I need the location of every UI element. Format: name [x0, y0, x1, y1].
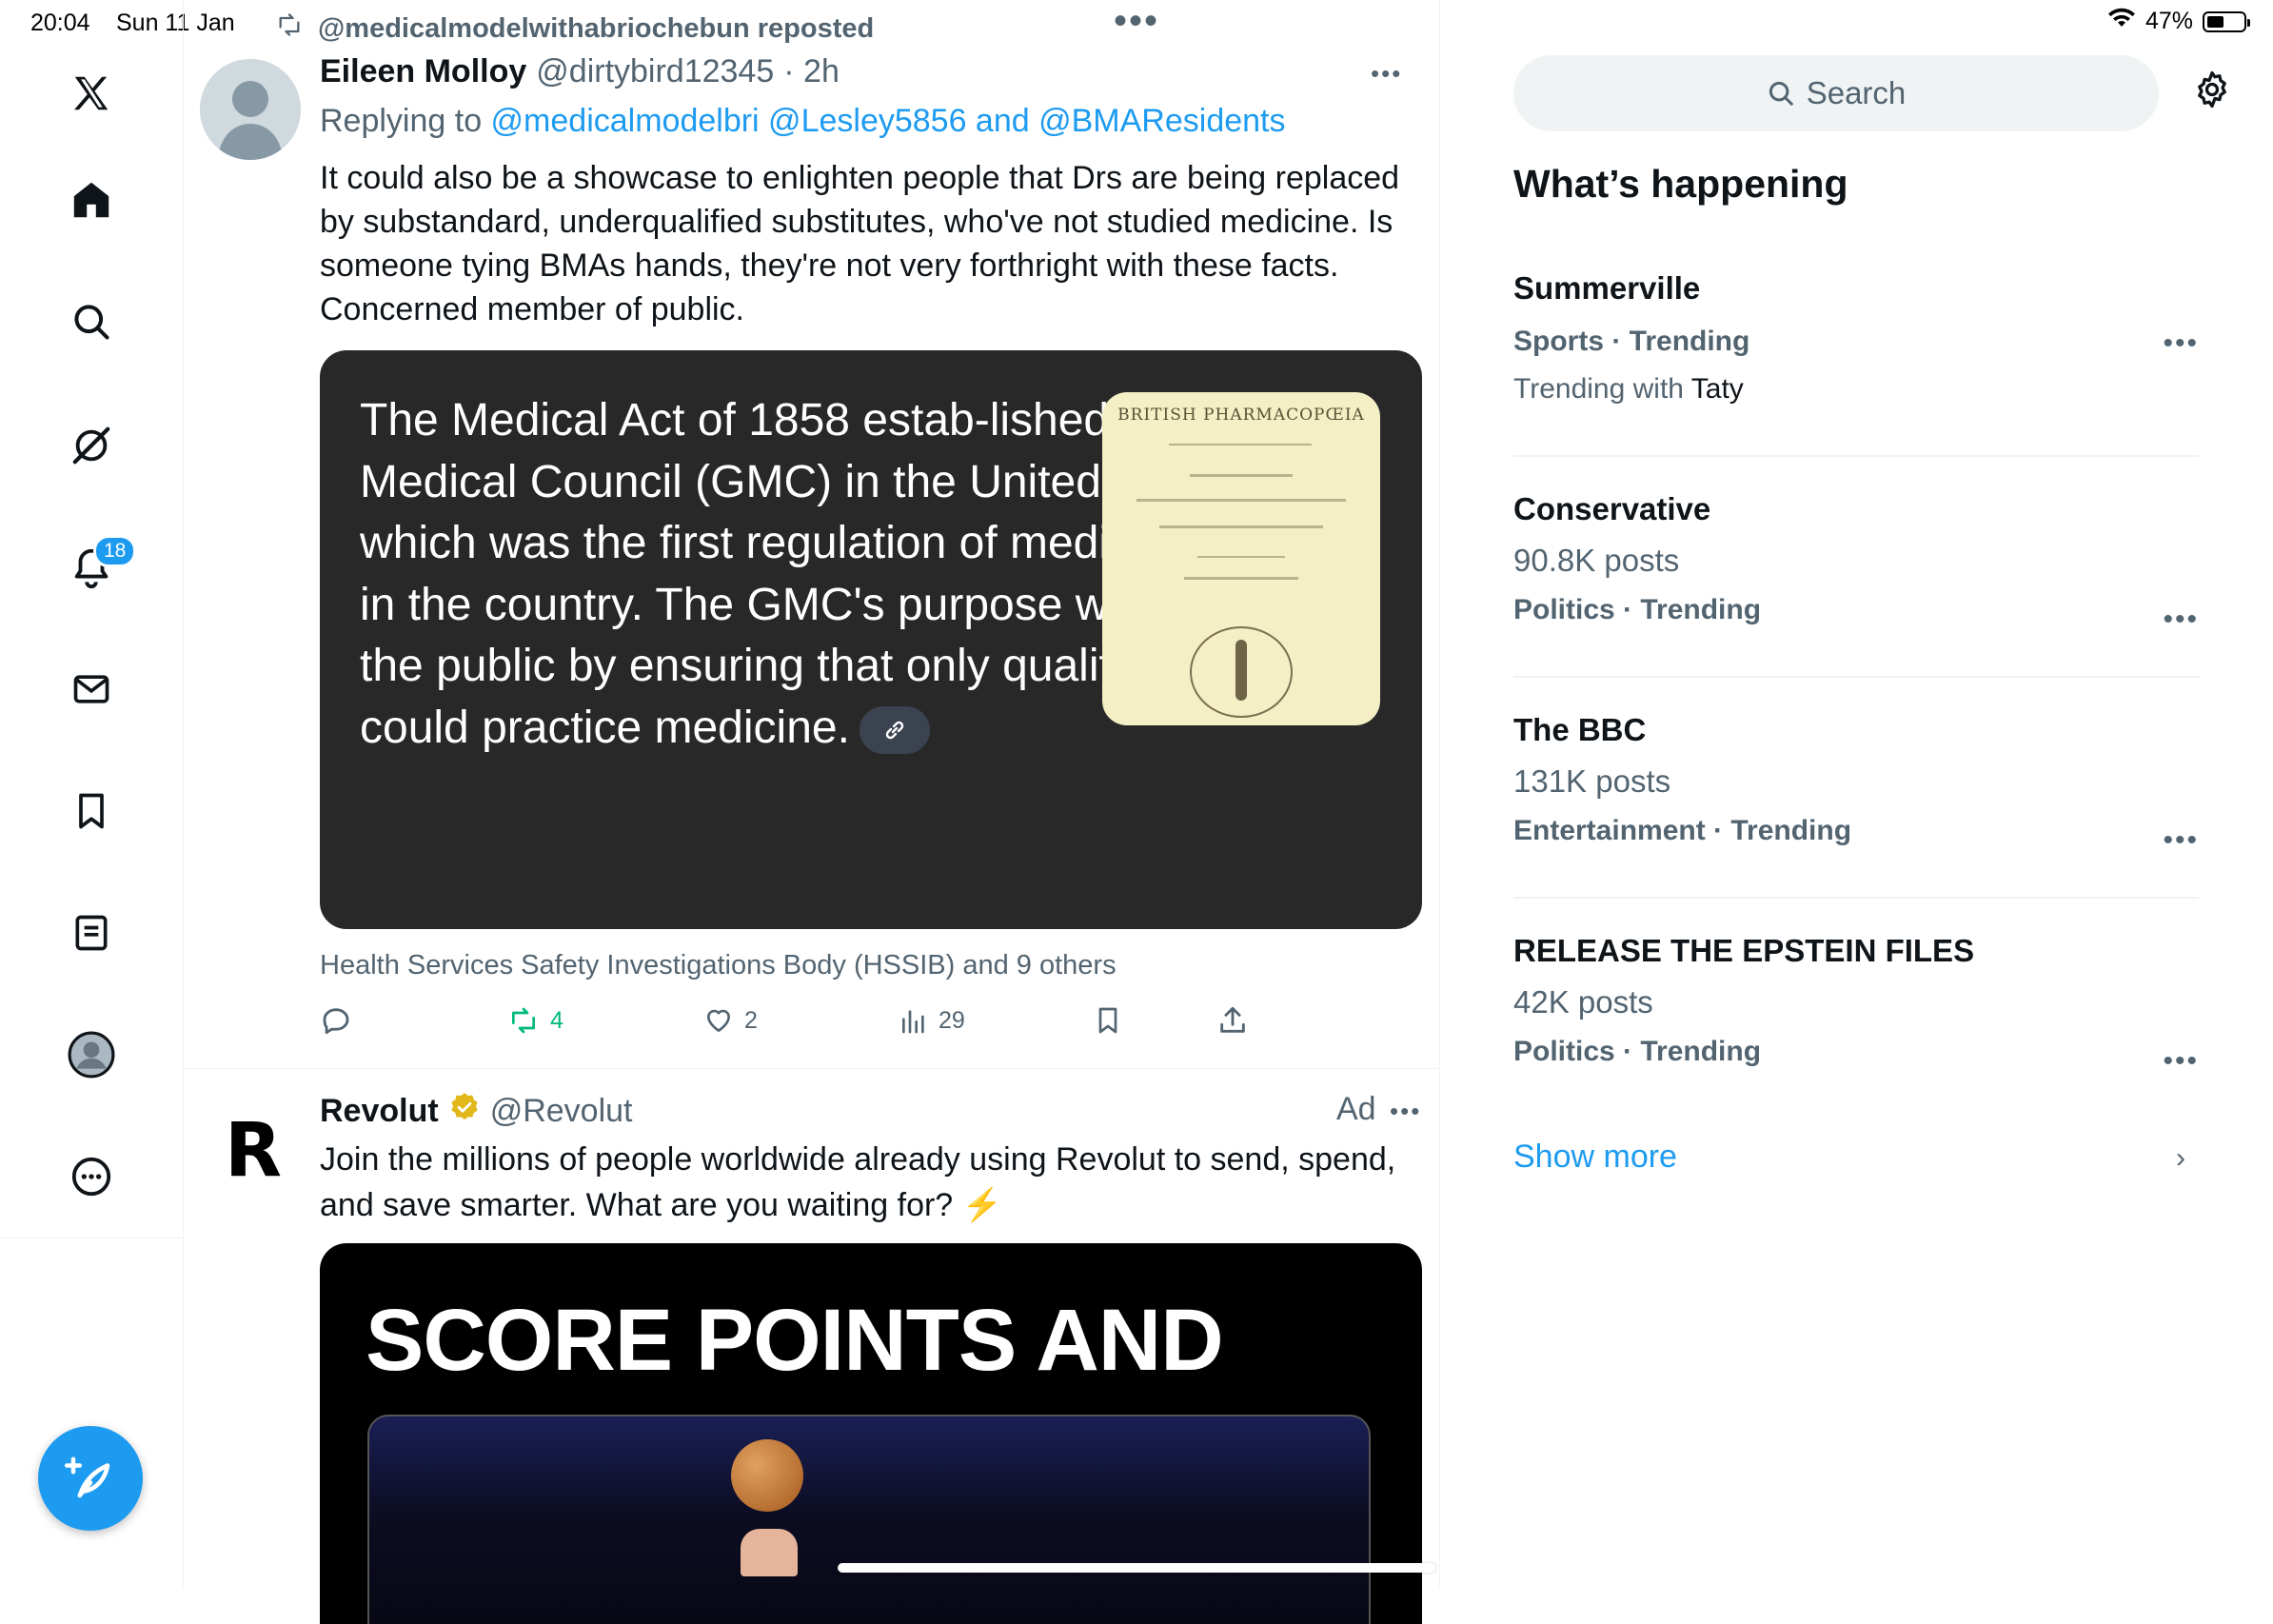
tweet-more-icon[interactable]: •••	[1371, 61, 1402, 86]
trend-meta: Entertainment · Trending	[1513, 815, 1852, 846]
tweet-time[interactable]: · 2h	[783, 53, 840, 90]
left-nav: 18	[0, 0, 184, 1238]
lists-icon[interactable]	[53, 895, 129, 971]
replying-to-line: Replying to @medicalmodelbri @Lesley5856…	[320, 103, 1286, 140]
verified-badge-icon	[448, 1091, 481, 1132]
feather-plus-icon	[65, 1456, 110, 1498]
trend-posts: 131K posts	[1513, 763, 1671, 799]
revolut-logo[interactable]: R	[225, 1114, 282, 1188]
whats-happening-title: What’s happening	[1513, 162, 1848, 206]
grok-icon[interactable]	[53, 407, 129, 484]
chevron-right-icon[interactable]: ›	[2176, 1142, 2185, 1175]
trend-title: RELEASE THE EPSTEIN FILES	[1513, 933, 1975, 968]
notification-count-badge: 18	[93, 535, 137, 567]
book-seal-icon	[1190, 626, 1293, 718]
trend-meta: Politics · Trending	[1513, 1036, 1762, 1067]
replying-prefix: Replying to	[320, 103, 491, 139]
views-chart-icon	[902, 1010, 924, 1034]
heart-icon	[707, 1009, 730, 1032]
ad-author-handle[interactable]: @Revolut	[490, 1093, 633, 1130]
trend-sub: Trending with Taty	[1513, 373, 1744, 405]
like-button[interactable]: 2	[702, 1000, 758, 1041]
compose-post-button[interactable]	[38, 1426, 143, 1531]
profile-avatar-icon[interactable]	[53, 1017, 129, 1093]
ad-label: Ad	[1336, 1091, 1376, 1127]
wifi-icon	[2107, 8, 2136, 35]
repost-icon	[274, 11, 305, 46]
ad-text: Join the millions of people worldwide al…	[320, 1141, 1396, 1223]
trend-posts: 90.8K posts	[1513, 543, 1680, 578]
search-icon	[1769, 81, 1793, 106]
home-indicator[interactable]	[838, 1563, 1435, 1573]
trend-more-icon[interactable]: •••	[2163, 824, 2199, 857]
ad-more-icon[interactable]: •••	[1390, 1099, 1421, 1123]
author-avatar[interactable]	[200, 59, 301, 160]
battery-icon	[2203, 10, 2250, 32]
basketball-image	[731, 1439, 803, 1512]
messages-icon[interactable]	[53, 651, 129, 727]
bookmark-icon	[1098, 1007, 1117, 1034]
book-cover-image: BRITISH PHARMACOPŒIA	[1102, 392, 1380, 725]
battery-percent: 47%	[2145, 8, 2193, 34]
tweet-media-card[interactable]: The Medical Act of 1858 estab-lished the…	[320, 350, 1422, 929]
link-chip-icon[interactable]	[859, 705, 930, 754]
author-handle[interactable]: @dirtybird12345	[536, 53, 774, 90]
trend-item-conservative[interactable]: Conservative 90.8K posts Politics · Tren…	[1513, 491, 2199, 635]
retweet-count: 4	[550, 1006, 563, 1034]
hand-image	[741, 1529, 798, 1576]
author-name[interactable]: Eileen Molloy	[320, 53, 526, 90]
trend-item-the-bbc[interactable]: The BBC 131K posts Entertainment · Trend…	[1513, 712, 2199, 856]
trend-more-icon[interactable]: •••	[2163, 1045, 2199, 1078]
retweet-icon	[512, 1007, 535, 1034]
ad-video-frame	[367, 1415, 1371, 1624]
tweet-actions: 4 2 29	[320, 1000, 1272, 1041]
repost-indicator: @medicalmodelwithabriochebun reposted	[274, 11, 874, 46]
retweet-button[interactable]: 4	[506, 1000, 563, 1041]
trend-title: Summerville	[1513, 270, 1701, 306]
trend-more-icon[interactable]: •••	[2163, 327, 2199, 360]
trend-title: The BBC	[1513, 712, 1647, 747]
trend-posts: 42K posts	[1513, 984, 1653, 1020]
timeline-top-dots-icon[interactable]: •••	[1114, 2, 1159, 40]
reply-button[interactable]	[320, 1000, 352, 1041]
search-icon[interactable]	[53, 284, 129, 360]
tweet-author-row: Eileen Molloy @dirtybird12345 · 2h	[320, 53, 840, 90]
settings-gear-icon[interactable]	[2191, 69, 2233, 115]
trend-more-icon[interactable]: •••	[2163, 604, 2199, 636]
tweet-text: It could also be a showcase to enlighten…	[320, 160, 1400, 327]
bookmarks-icon[interactable]	[53, 773, 129, 849]
status-right: 47%	[2107, 8, 2250, 35]
share-button[interactable]	[1216, 1000, 1249, 1041]
views-count: 29	[939, 1006, 965, 1034]
book-title: BRITISH PHARMACOPŒIA	[1117, 406, 1365, 425]
trend-item-epstein-files[interactable]: RELEASE THE EPSTEIN FILES 42K posts Poli…	[1513, 933, 2199, 1077]
show-more-link[interactable]: Show more	[1513, 1139, 1677, 1176]
replying-to-links[interactable]: @medicalmodelbri @Lesley5856 and @BMARes…	[491, 103, 1286, 139]
trend-item-summerville[interactable]: Summerville Sports · Trending Trending w…	[1513, 270, 2199, 406]
bookmark-button[interactable]	[1093, 1000, 1123, 1041]
share-icon	[1220, 1006, 1245, 1033]
repost-label[interactable]: @medicalmodelwithabriochebun reposted	[318, 13, 874, 45]
ad-media-headline: SCORE POINTS AND	[366, 1292, 1224, 1389]
tagged-accounts[interactable]: Health Services Safety Investigations Bo…	[320, 950, 1117, 981]
x-logo-icon[interactable]	[53, 55, 129, 131]
search-input[interactable]: Search	[1513, 55, 2159, 131]
home-icon[interactable]	[53, 162, 129, 238]
ad-author-name[interactable]: Revolut	[320, 1093, 439, 1130]
search-placeholder: Search	[1806, 75, 1907, 110]
more-icon[interactable]	[53, 1139, 129, 1215]
trend-meta: Sports · Trending	[1513, 326, 1750, 357]
views-button[interactable]: 29	[899, 1000, 965, 1041]
trend-meta: Politics · Trending	[1513, 594, 1762, 625]
like-count: 2	[744, 1006, 758, 1034]
ad-author-row: Revolut @Revolut	[320, 1091, 632, 1132]
trend-title: Conservative	[1513, 491, 1711, 526]
reply-icon	[323, 1008, 349, 1035]
